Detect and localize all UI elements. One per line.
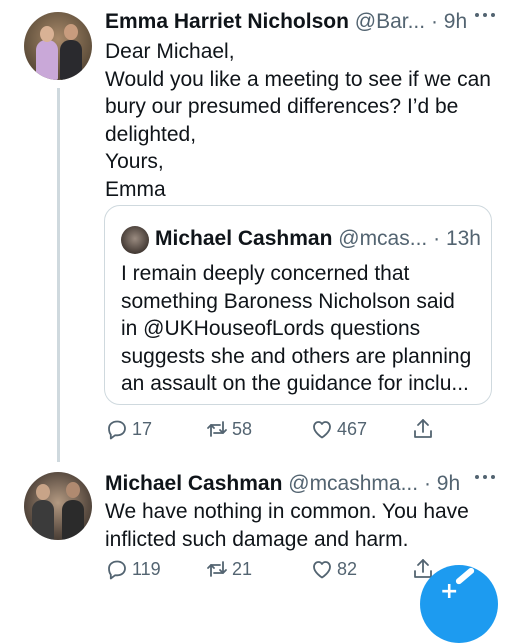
reply-button[interactable]: 119 [105, 554, 161, 584]
retweet-icon [207, 561, 227, 577]
retweet-button[interactable]: 58 [205, 414, 252, 444]
tweet-text: We have nothing in common. You have infl… [105, 498, 495, 553]
feather-icon [454, 566, 476, 586]
tweet-actions: 17 58 467 [105, 414, 505, 444]
quoted-text-line: in @UKHouseofLords questions [121, 317, 421, 340]
quoted-text-line: something Baroness Nicholson said [121, 289, 455, 313]
quoted-text-line: I remain deeply concerned that [121, 262, 410, 285]
quoted-header: Michael Cashman @mcas... · 13h [155, 224, 485, 254]
author-name[interactable]: Emma Harriet Nicholson [105, 10, 349, 33]
retweet-count: 21 [232, 558, 253, 579]
separator: · [433, 227, 441, 250]
reply-icon [108, 420, 126, 440]
like-button[interactable]: 467 [310, 414, 367, 444]
reply-count: 119 [132, 558, 161, 579]
like-button[interactable]: 82 [310, 554, 357, 584]
tweet-header: Emma Harriet Nicholson @Bar... · 9h [105, 8, 500, 36]
quoted-text: I remain deeply concerned that something… [121, 260, 481, 398]
quoted-text-line: an assault on the guidance for inclu... [121, 372, 469, 395]
tweet-text-line: We have nothing in common. You have [105, 500, 469, 523]
tweet-text-line: bury our presumed differences? I’d be [105, 95, 459, 118]
share-icon [414, 419, 432, 438]
avatar[interactable] [24, 472, 92, 540]
more-icon[interactable] [475, 474, 495, 480]
like-count: 82 [337, 558, 358, 579]
tweet-header: Michael Cashman @mcashma... · 9h [105, 470, 500, 498]
quoted-author-name: Michael Cashman [155, 227, 333, 250]
retweet-button[interactable]: 21 [205, 554, 252, 584]
quoted-text-line: suggests she and others are planning [121, 344, 472, 368]
quoted-author-handle: @mcas... [338, 227, 428, 250]
author-name[interactable]: Michael Cashman [105, 472, 282, 495]
tweet-text-line: Dear Michael, [105, 40, 235, 63]
retweet-icon [207, 421, 227, 437]
quoted-avatar [121, 226, 149, 254]
tweet-text-line: inflicted such damage and harm. [105, 527, 409, 551]
reply-button[interactable]: 17 [105, 414, 152, 444]
more-icon[interactable] [475, 12, 495, 18]
tweet-text-line: Would you like a meeting to see if we ca… [105, 67, 491, 91]
author-handle[interactable]: @Bar... [355, 10, 425, 33]
compose-button[interactable]: + [420, 565, 498, 643]
like-count: 467 [337, 418, 368, 439]
tweet[interactable]: Emma Harriet Nicholson @Bar... · 9h Dear… [0, 0, 515, 462]
retweet-count: 58 [232, 418, 253, 439]
tweet-text-line: delighted, [105, 122, 197, 146]
thread-line [57, 88, 60, 462]
tweet-text-line: Emma [105, 177, 166, 201]
author-handle[interactable]: @mcashma... [288, 472, 418, 495]
reply-count: 17 [132, 418, 153, 439]
tweet-text: Dear Michael, Would you like a meeting t… [105, 38, 495, 203]
quoted-timestamp: 13h [445, 227, 481, 250]
share-button[interactable] [411, 414, 438, 444]
timestamp[interactable]: 9h [437, 472, 460, 495]
heart-icon [313, 561, 331, 579]
heart-icon [313, 421, 331, 439]
tweet-text-line: Yours, [105, 150, 164, 173]
separator: · [423, 472, 431, 495]
reply-icon [108, 560, 126, 580]
quoted-tweet[interactable]: Michael Cashman @mcas... · 13h I remain … [104, 205, 492, 405]
avatar[interactable] [24, 12, 92, 80]
separator: · [430, 10, 438, 33]
timestamp[interactable]: 9h [444, 10, 467, 33]
